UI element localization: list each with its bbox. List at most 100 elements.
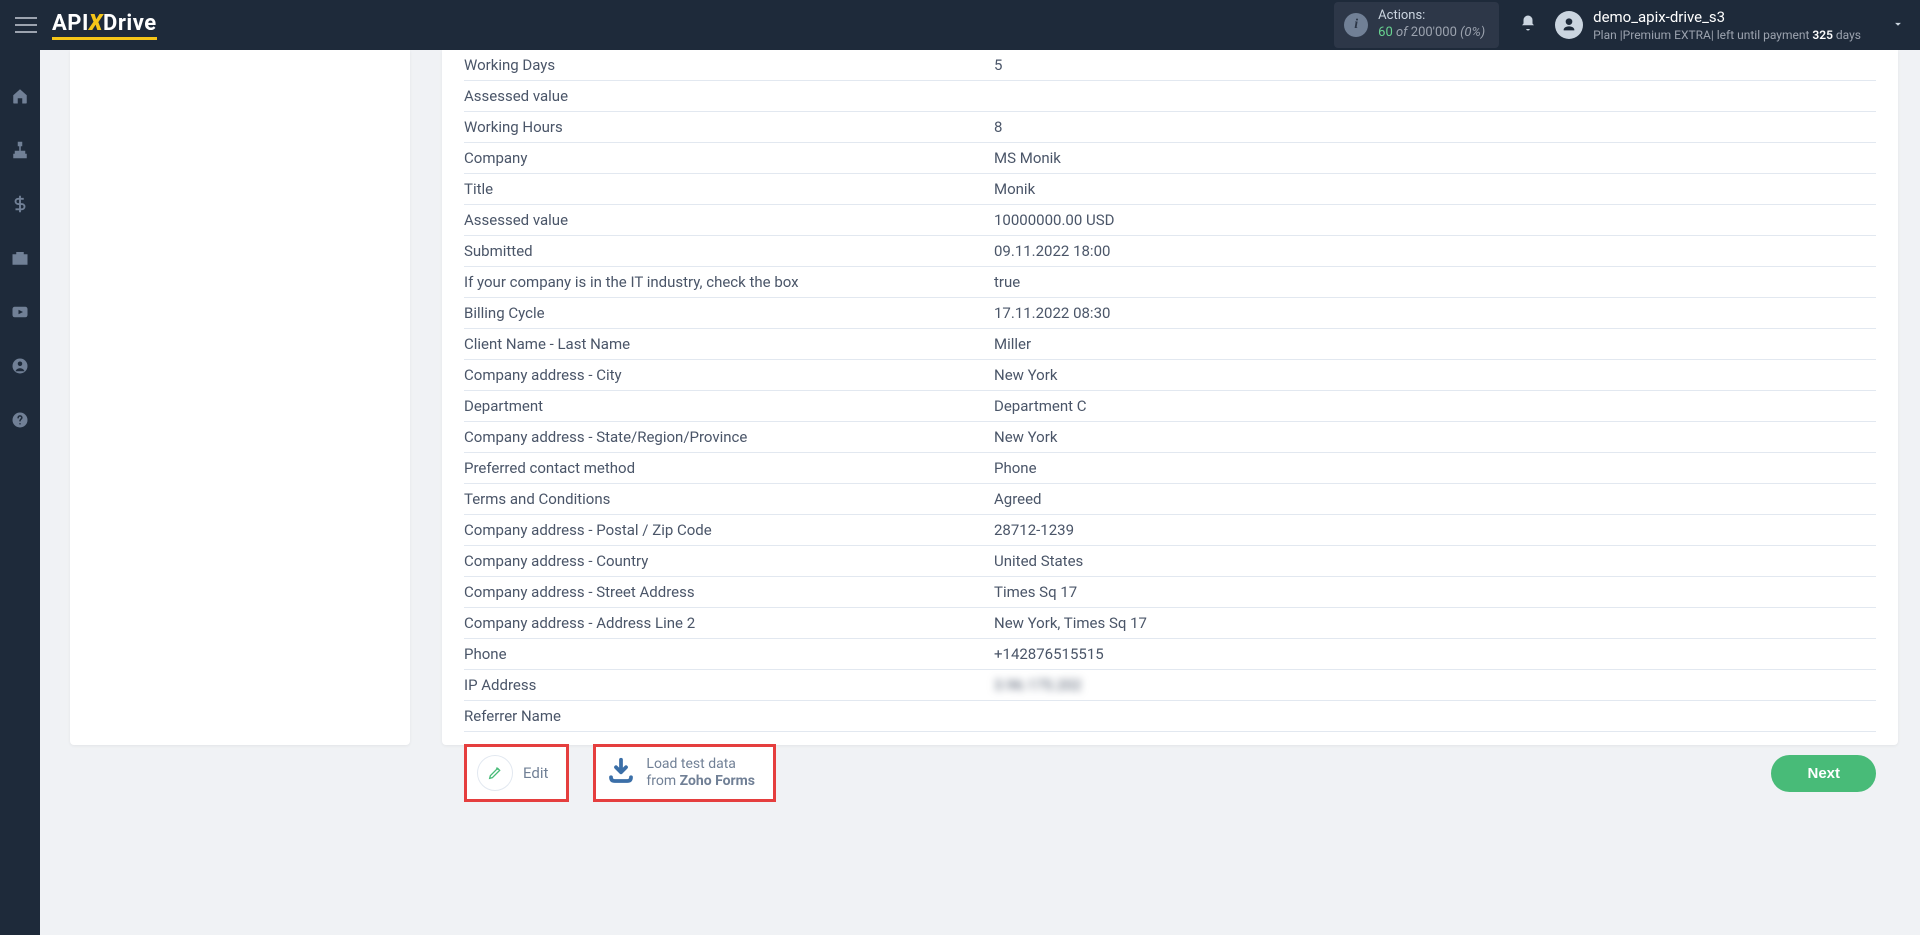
row-value: Monik [994,174,1876,205]
home-icon [11,87,29,105]
nav-home[interactable] [0,80,40,112]
row-value: true [994,267,1876,298]
nav-tools[interactable] [0,242,40,274]
row-key: Working Days [464,50,994,81]
row-value [994,81,1876,112]
connections-icon [11,141,29,159]
edit-icon-circle [477,755,513,791]
actions-total: 200'000 [1411,25,1457,40]
nav-help[interactable] [0,404,40,436]
left-nav [0,50,40,935]
load-line1: Load test data [646,756,755,774]
download-icon [606,756,636,790]
row-value: United States [994,546,1876,577]
row-key: Company address - Street Address [464,577,994,608]
nav-billing[interactable] [0,188,40,220]
row-value: 17.11.2022 08:30 [994,298,1876,329]
nav-account[interactable] [0,350,40,382]
chevron-down-icon [1891,17,1905,31]
user-circle-icon [11,357,29,375]
load-source: Zoho Forms [680,773,755,789]
table-row: Company address - Address Line 2New York… [464,608,1876,639]
row-value: 3.96.175.202 [994,670,1876,701]
row-value: MS Monik [994,143,1876,174]
row-key: Company address - Postal / Zip Code [464,515,994,546]
table-row: Company address - State/Region/ProvinceN… [464,422,1876,453]
table-row: Billing Cycle17.11.2022 08:30 [464,298,1876,329]
actions-count: 60 [1378,25,1393,40]
row-key: Title [464,174,994,205]
row-key: Referrer Name [464,701,994,732]
user-text: demo_apix-drive_s3 Plan |Premium EXTRA| … [1593,7,1861,43]
row-key: Department [464,391,994,422]
notifications-button[interactable] [1519,13,1537,37]
table-row: TitleMonik [464,174,1876,205]
row-value: 28712-1239 [994,515,1876,546]
row-key: Client Name - Last Name [464,329,994,360]
test-data-table: Working Days5Assessed valueWorking Hours… [464,50,1876,732]
table-row: Working Hours8 [464,112,1876,143]
row-key: Phone [464,639,994,670]
app-header: APIXDrive i Actions: 60 of 200'000 (0%) … [0,0,1920,50]
table-row: DepartmentDepartment C [464,391,1876,422]
row-value: 09.11.2022 18:00 [994,236,1876,267]
row-key: Submitted [464,236,994,267]
row-value: Department C [994,391,1876,422]
actions-label: Actions: [1378,8,1485,25]
row-value: Agreed [994,484,1876,515]
row-key: Company address - City [464,360,994,391]
table-row: Company address - CountryUnited States [464,546,1876,577]
row-key: If your company is in the IT industry, c… [464,267,994,298]
table-row: Assessed value [464,81,1876,112]
table-row: Company address - Street AddressTimes Sq… [464,577,1876,608]
load-text: Load test data from Zoho Forms [646,756,755,791]
table-row: Submitted09.11.2022 18:00 [464,236,1876,267]
nav-connections[interactable] [0,134,40,166]
row-value: New York [994,422,1876,453]
row-key: Company [464,143,994,174]
bell-icon [1519,13,1537,33]
user-menu[interactable]: demo_apix-drive_s3 Plan |Premium EXTRA| … [1555,7,1861,43]
table-row: Working Days5 [464,50,1876,81]
next-button[interactable]: Next [1771,755,1876,792]
row-key: Assessed value [464,205,994,236]
table-row: Assessed value10000000.00 USD [464,205,1876,236]
menu-toggle-button[interactable] [15,17,37,33]
row-value: 10000000.00 USD [994,205,1876,236]
table-row: CompanyMS Monik [464,143,1876,174]
row-key: IP Address [464,670,994,701]
row-key: Company address - Address Line 2 [464,608,994,639]
actions-text: Actions: 60 of 200'000 (0%) [1378,8,1485,42]
edit-label: Edit [523,764,548,782]
edit-button[interactable]: Edit [464,744,569,802]
user-menu-toggle[interactable] [1891,16,1905,35]
right-panel: Working Days5Assessed valueWorking Hours… [442,50,1898,745]
help-icon [11,411,29,429]
logo-post: Drive [103,11,157,36]
toolbox-icon [11,249,29,267]
row-value: New York, Times Sq 17 [994,608,1876,639]
row-value: Miller [994,329,1876,360]
row-value [994,701,1876,732]
row-value: New York [994,360,1876,391]
table-row: Client Name - Last NameMiller [464,329,1876,360]
dollar-icon [11,195,29,213]
avatar [1555,11,1583,39]
row-value: Phone [994,453,1876,484]
actions-counter[interactable]: i Actions: 60 of 200'000 (0%) [1334,2,1499,48]
user-name: demo_apix-drive_s3 [1593,7,1861,27]
left-panel [70,50,410,745]
logo-pre: API [52,11,89,36]
app-logo[interactable]: APIXDrive [52,11,157,40]
row-key: Assessed value [464,81,994,112]
info-icon: i [1344,13,1368,37]
row-value: +142876515515 [994,639,1876,670]
load-test-data-button[interactable]: Load test data from Zoho Forms [593,744,776,802]
nav-youtube[interactable] [0,296,40,328]
row-key: Terms and Conditions [464,484,994,515]
table-row: Terms and ConditionsAgreed [464,484,1876,515]
panel-actions: Edit Load test data from Zoho Forms [464,744,1876,802]
table-row: If your company is in the IT industry, c… [464,267,1876,298]
table-row: Company address - Postal / Zip Code28712… [464,515,1876,546]
table-row: Company address - CityNew York [464,360,1876,391]
